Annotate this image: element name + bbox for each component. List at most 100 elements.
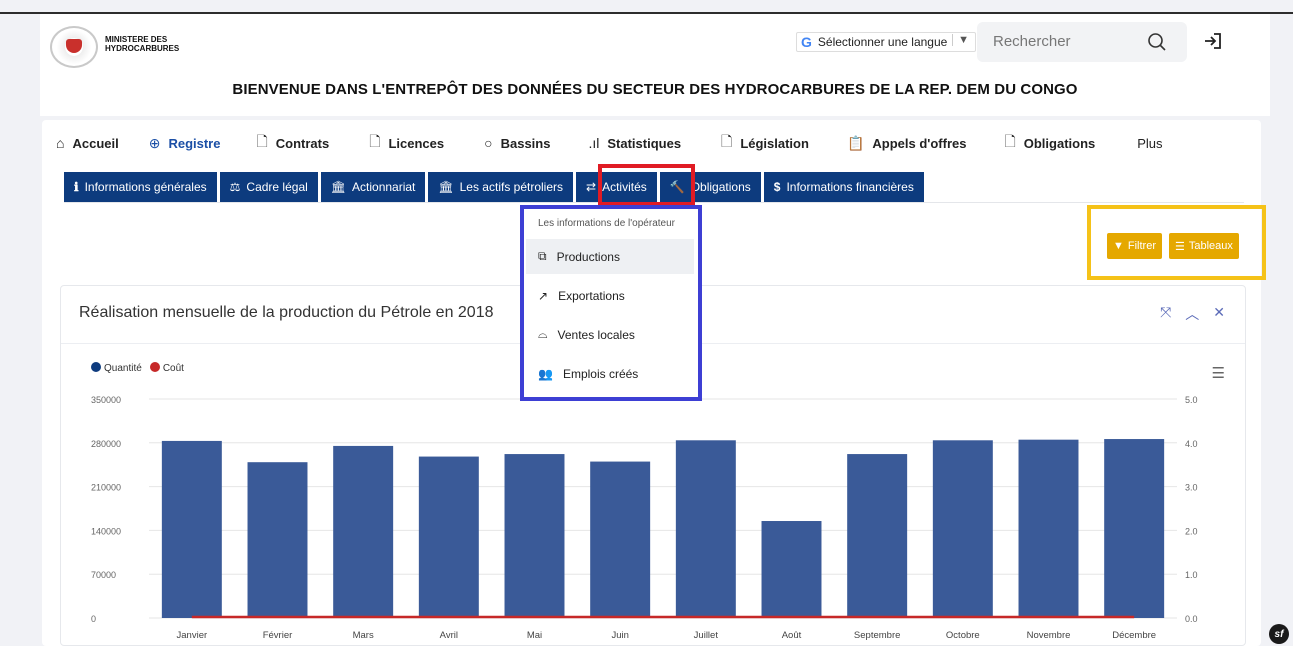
ministry-logo-text[interactable]: MINISTERE DES HYDROCARBURES: [105, 35, 179, 53]
nav-label: Obligations: [1023, 135, 1096, 151]
nav-label: Accueil: [72, 135, 119, 151]
highlight-red-activites: [598, 164, 695, 206]
filter-icon: ▼: [1113, 240, 1124, 252]
x-tick-label: Juillet: [694, 630, 719, 641]
language-selector[interactable]: G Sélectionner une langue ▼: [796, 32, 976, 52]
ministry-seal-logo[interactable]: [50, 26, 98, 68]
x-tick-label: Mai: [527, 630, 542, 641]
dropdown-item-ventes-locales[interactable]: ⌓ Ventes locales: [526, 317, 694, 352]
file-icon: 🗋: [721, 133, 733, 149]
bar[interactable]: [1018, 439, 1079, 618]
x-tick-label: Décembre: [1112, 630, 1156, 641]
basket-icon: ⌓: [538, 327, 548, 341]
dollar-icon: $: [773, 180, 781, 194]
nav-item-registre[interactable]: ⊕ Registre: [149, 135, 221, 152]
bar[interactable]: [761, 521, 822, 618]
dropdown-item-label: Emplois créés: [562, 366, 639, 381]
dropdown-item-productions[interactable]: ⧉ Productions: [526, 239, 694, 274]
tab-informations-financieres[interactable]: $ Informations financières: [763, 172, 924, 202]
activites-dropdown: Les informations de l'opérateur ⧉ Produc…: [520, 205, 702, 401]
x-tick-label: Janvier: [177, 630, 208, 641]
nav-label: Statistiques: [607, 135, 682, 151]
y-tick-label: 280000: [91, 439, 121, 449]
nav-item-contrats[interactable]: 🗋 Contrats: [256, 131, 329, 155]
x-tick-label: Octobre: [946, 630, 980, 641]
bar[interactable]: [590, 461, 651, 618]
bank-icon: 🏛: [330, 180, 347, 194]
bar[interactable]: [847, 454, 908, 618]
bar[interactable]: [932, 440, 993, 618]
search-placeholder[interactable]: Rechercher: [993, 33, 1071, 50]
nav-item-accueil[interactable]: ⌂ Accueil: [56, 135, 119, 151]
tables-button[interactable]: ☰ Tableaux: [1169, 233, 1239, 259]
y2-tick-label: 2.0: [1185, 526, 1198, 536]
nav-item-legislation[interactable]: 🗋 Législation: [721, 131, 809, 155]
site-header: MINISTERE DES HYDROCARBURES G Sélectionn…: [40, 14, 1270, 116]
tab-actifs-petroliers[interactable]: 🏛 Les actifs pétroliers: [428, 172, 574, 202]
file-icon: 🗋: [1004, 133, 1016, 149]
filter-label: Filtrer: [1127, 240, 1156, 252]
tab-cadre-legal[interactable]: ⚖ Cadre légal: [219, 172, 318, 202]
nav-item-plus[interactable]: Plus: [1137, 136, 1162, 151]
dropdown-item-label: Productions: [556, 249, 620, 264]
y2-tick-label: 0.0: [1185, 614, 1198, 624]
y-tick-label: 210000: [91, 483, 121, 493]
welcome-banner: BIENVENUE DANS L'ENTREPÔT DES DONNÉES DU…: [232, 81, 1078, 98]
nav-item-bassins[interactable]: ○ Bassins: [484, 135, 550, 151]
nav-item-licences[interactable]: 🗋 Licences: [369, 131, 444, 155]
y-tick-label: 350000: [91, 395, 121, 405]
file-icon: 🗋: [256, 133, 268, 149]
dropdown-item-emplois-crees[interactable]: 👥 Emplois créés: [526, 356, 694, 391]
nav-item-statistiques[interactable]: .ıl Statistiques: [588, 135, 681, 151]
dropdown-item-exportations[interactable]: ↗ Exportations: [526, 278, 694, 313]
search-icon[interactable]: [1147, 32, 1167, 52]
bar[interactable]: [504, 454, 565, 618]
y-tick-label: 0: [91, 614, 96, 624]
y-tick-label: 140000: [91, 526, 121, 536]
nav-label: Licences: [388, 135, 445, 151]
info-icon: ℹ: [74, 180, 79, 194]
home-icon: ⌂: [56, 135, 65, 151]
tables-label: Tableaux: [1188, 240, 1233, 252]
circle-icon: ○: [484, 135, 493, 151]
y2-tick-label: 4.0: [1185, 439, 1198, 449]
tab-actionnariat[interactable]: 🏛 Actionnariat: [320, 172, 426, 202]
x-tick-label: Février: [263, 630, 293, 641]
bar[interactable]: [247, 462, 308, 618]
dropdown-arrow-icon: ▼: [952, 34, 969, 46]
search-box[interactable]: Rechercher: [977, 22, 1187, 62]
nav-label: Plus: [1137, 135, 1163, 151]
scale-icon: ⚖: [229, 180, 241, 194]
tab-informations-generales[interactable]: ℹ Informations générales: [64, 172, 217, 202]
nav-label: Contrats: [275, 135, 330, 151]
symfony-logo: sf: [1269, 624, 1289, 644]
external-link-icon: ↗: [538, 288, 549, 303]
nav-label: Appels d'offres: [872, 135, 967, 151]
tab-label: Informations financières: [786, 180, 914, 194]
y2-tick-label: 1.0: [1185, 570, 1198, 580]
bank-icon: 🏛: [438, 180, 454, 194]
bar[interactable]: [161, 440, 222, 618]
filter-button[interactable]: ▼ Filtrer: [1107, 233, 1162, 259]
logo-line-2: HYDROCARBURES: [105, 44, 180, 53]
bar[interactable]: [418, 456, 479, 618]
y-tick-label: 70000: [91, 570, 116, 580]
nav-label: Bassins: [500, 135, 551, 151]
bar[interactable]: [1104, 439, 1165, 618]
tab-label: Obligations: [690, 180, 751, 194]
tab-label: Cadre légal: [246, 180, 308, 194]
file-icon: 🗋: [369, 133, 381, 149]
tab-label: Informations générales: [84, 180, 207, 194]
x-tick-label: Juin: [611, 630, 628, 641]
nav-item-appels-doffres[interactable]: 📋 Appels d'offres: [847, 135, 967, 152]
list-icon: ☰: [1175, 240, 1185, 253]
bar[interactable]: [675, 440, 736, 618]
login-icon[interactable]: [1203, 31, 1223, 51]
x-tick-label: Septembre: [854, 630, 900, 641]
logo-line-1: MINISTERE DES: [105, 35, 168, 44]
tab-label: Actionnariat: [352, 180, 416, 194]
bar[interactable]: [333, 445, 394, 618]
nav-label: Registre: [168, 135, 221, 151]
google-icon: G: [801, 34, 812, 50]
nav-item-obligations[interactable]: 🗋 Obligations: [1004, 131, 1095, 155]
